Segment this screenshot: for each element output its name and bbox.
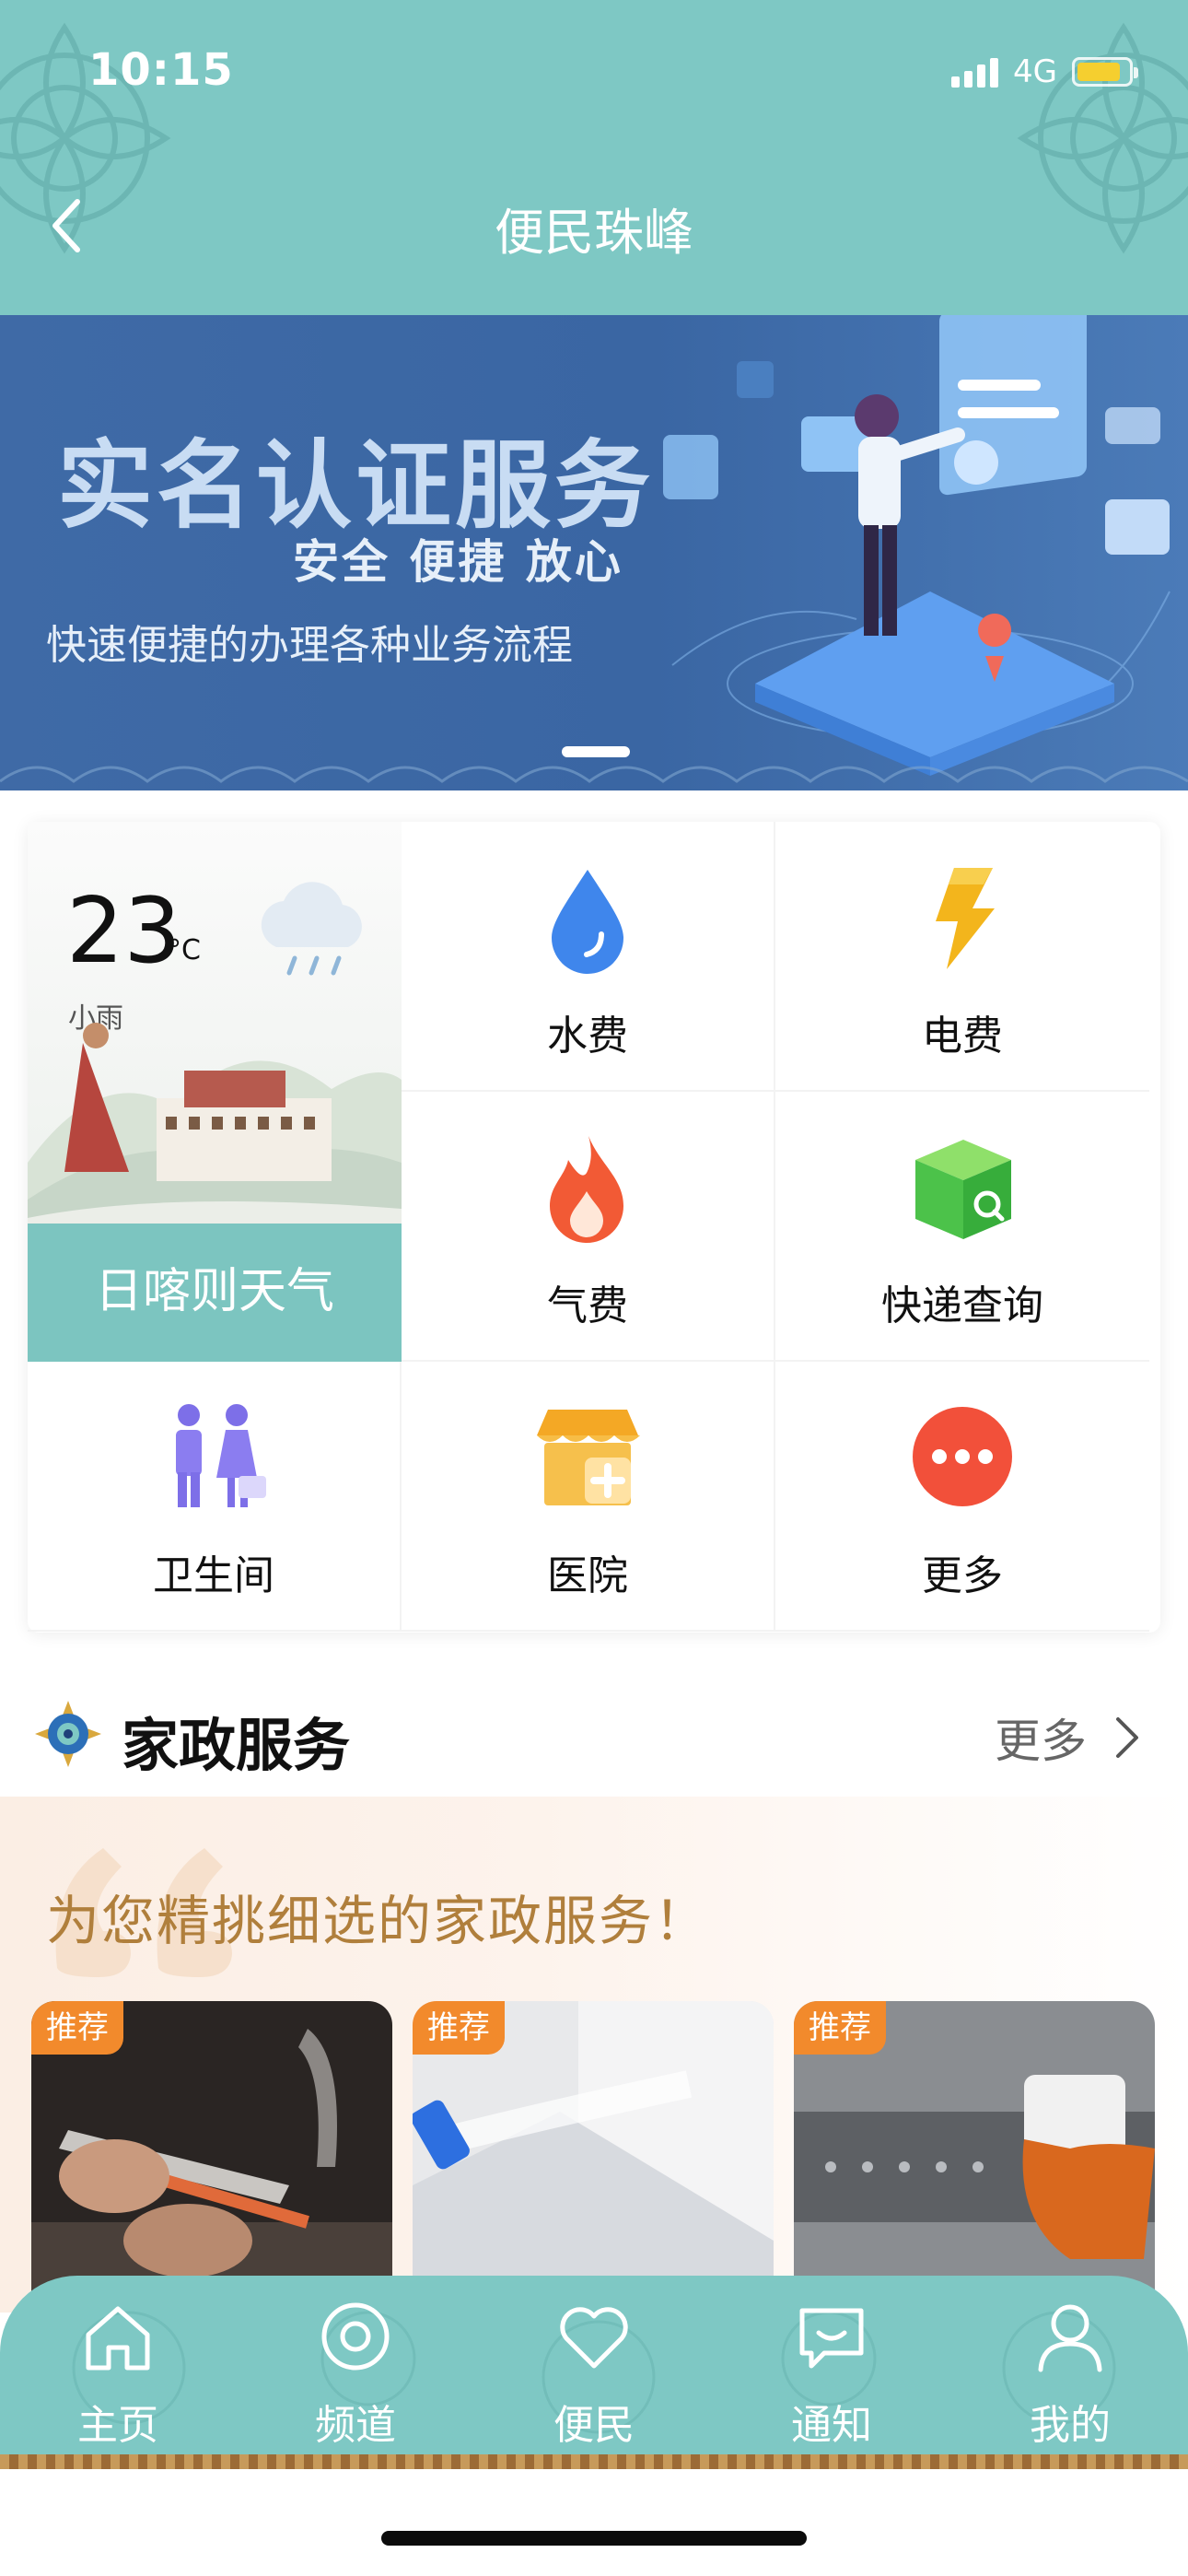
tab-home[interactable]: 主页 — [26, 2296, 210, 2462]
service-express-query[interactable]: 快递查询 — [775, 1092, 1149, 1362]
status-indicators: 4G — [951, 53, 1138, 90]
recommend-tag: 推荐 — [31, 2001, 123, 2055]
tab-label: 我的 — [1030, 2402, 1111, 2449]
network-type: 4G — [1013, 53, 1057, 90]
banner-pagination — [562, 746, 630, 757]
recommend-tag: 推荐 — [794, 2001, 886, 2055]
tab-label: 主页 — [77, 2402, 158, 2449]
service-label: 卫生间 — [153, 1552, 274, 1599]
package-search-icon — [915, 1140, 1011, 1239]
service-grid: 23 °C 小雨 日喀则天气 水费 电费 气费 快递查询 卫生间 医院 更多 — [28, 822, 1160, 1633]
service-water-bill[interactable]: 水费 — [402, 822, 775, 1092]
tab-channel[interactable]: 频道 — [263, 2296, 448, 2462]
service-more[interactable]: 更多 — [775, 1362, 1149, 1632]
app-header: 10:15 4G 便民珠峰 — [0, 0, 1188, 315]
water-drop-icon — [552, 870, 623, 974]
banner-subtitle: 快速便捷的办理各种业务流程 — [46, 622, 573, 669]
service-card[interactable]: 推荐 — [413, 2001, 774, 2314]
banner-lace-decoration — [0, 766, 1188, 783]
battery-icon — [1072, 57, 1138, 87]
tab-profile[interactable]: 我的 — [978, 2296, 1162, 2462]
promo-section: 为您精挑细选的家政服务！ 推荐 推荐 推荐 — [0, 1797, 1188, 2314]
lightning-icon — [936, 868, 995, 969]
status-time: 10:15 — [88, 44, 234, 96]
weather-unit: °C — [168, 934, 201, 966]
service-restroom[interactable]: 卫生间 — [28, 1362, 402, 1632]
tab-label: 便民 — [553, 2402, 635, 2449]
verification-illustration — [663, 315, 1171, 776]
signal-icon — [951, 56, 999, 88]
section-title: 家政服务 — [122, 1712, 351, 1779]
service-card[interactable]: 推荐 — [794, 2001, 1155, 2314]
recommend-tag: 推荐 — [413, 2001, 505, 2055]
service-label: 快递查询 — [881, 1282, 1043, 1329]
weather-card[interactable]: 23 °C 小雨 日喀则天气 — [28, 822, 402, 1362]
service-label: 电费 — [922, 1013, 1003, 1060]
chevron-right-icon[interactable] — [1109, 1712, 1146, 1763]
service-card[interactable]: 推荐 — [31, 2001, 392, 2314]
hospital-icon — [537, 1410, 640, 1505]
weather-city: 日喀则天气 — [94, 1264, 334, 1319]
banner-carousel[interactable]: 实名认证服务 安全 便捷 放心 快速便捷的办理各种业务流程 — [0, 315, 1188, 790]
flame-icon — [550, 1136, 623, 1243]
tab-notification[interactable]: 通知 — [740, 2296, 924, 2462]
potala-palace-illustration — [28, 1023, 402, 1264]
bottom-tab-bar: 主页 频道 便民 通知 我的 — [0, 2276, 1188, 2469]
message-icon — [799, 2308, 864, 2369]
service-label: 更多 — [922, 1552, 1003, 1599]
section-header-housekeeping: 家政服务 更多 — [0, 1686, 1188, 1787]
tabbar-border-decoration — [0, 2454, 1188, 2469]
banner-tagline: 安全 便捷 放心 — [293, 535, 623, 589]
section-more-link[interactable]: 更多 — [995, 1704, 1087, 1771]
banner-dot-active[interactable] — [562, 746, 630, 757]
home-indicator[interactable] — [381, 2531, 807, 2546]
more-dots-icon — [913, 1407, 1012, 1506]
tab-label: 频道 — [315, 2402, 396, 2449]
emblem-icon — [35, 1701, 101, 1767]
page-title: 便民珠峰 — [495, 204, 693, 262]
heart-icon — [560, 2307, 628, 2369]
tab-convenience[interactable]: 便民 — [502, 2296, 686, 2462]
restroom-icon — [176, 1404, 266, 1507]
promo-text: 为您精挑细选的家政服务！ — [46, 1890, 710, 1952]
channel-icon — [321, 2302, 390, 2371]
service-label: 医院 — [547, 1552, 628, 1599]
service-electric-bill[interactable]: 电费 — [775, 822, 1149, 1092]
tab-label: 通知 — [791, 2402, 872, 2449]
service-hospital[interactable]: 医院 — [402, 1362, 775, 1632]
service-label: 水费 — [547, 1013, 628, 1060]
service-label: 气费 — [547, 1282, 628, 1329]
battery-level — [1077, 63, 1120, 81]
profile-icon — [1038, 2304, 1102, 2372]
rain-cloud-icon — [261, 882, 362, 976]
home-icon — [86, 2306, 150, 2371]
weather-temperature: 23 — [66, 879, 181, 984]
service-gas-bill[interactable]: 气费 — [402, 1092, 775, 1362]
